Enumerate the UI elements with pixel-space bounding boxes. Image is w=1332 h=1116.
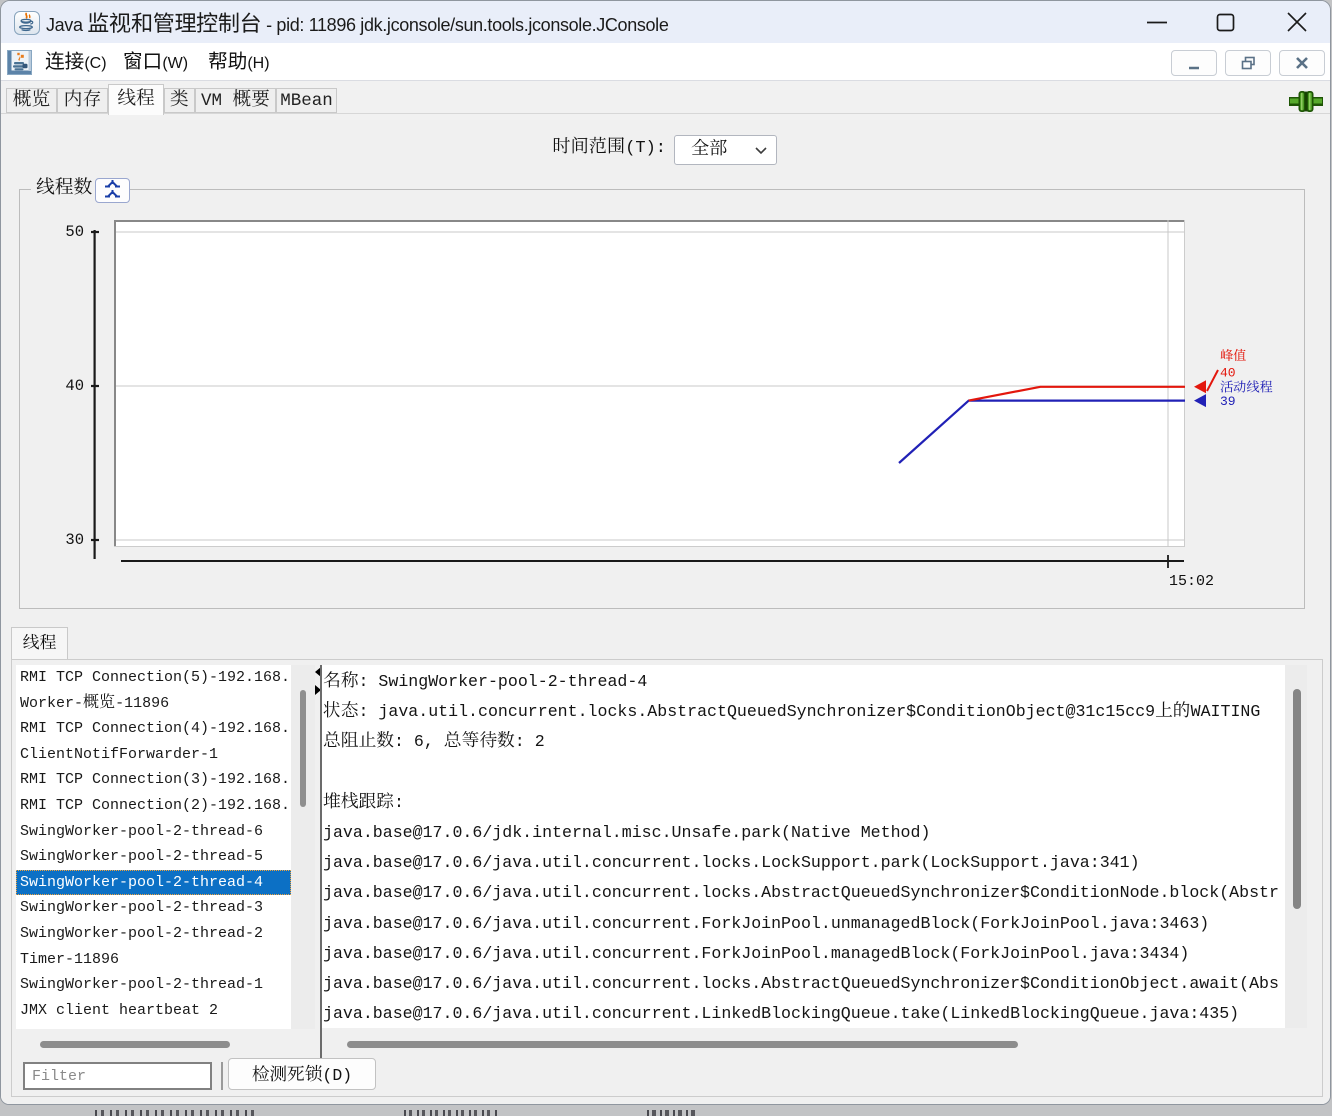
- filter-input[interactable]: Filter: [23, 1062, 212, 1090]
- thread-count-chart: 50 40 30 15:02 峰值: [20, 190, 1304, 608]
- thread-list-vscroll-thumb[interactable]: [300, 690, 306, 807]
- thread-detail-line: java.base@17.0.6/java.util.concurrent.Fo…: [323, 939, 1285, 969]
- background-window-fragment: [95, 1110, 257, 1116]
- thread-list-item[interactable]: RMI TCP Connection(5)-192.168.: [16, 665, 291, 691]
- thread-detail-line: 总阻止数: 6, 总等待数: 2: [323, 727, 1285, 757]
- y-tick-50: 50: [65, 223, 84, 241]
- threads-sub-tab[interactable]: 线程: [11, 627, 68, 660]
- detail-hscroll-thumb[interactable]: [347, 1041, 1018, 1048]
- steam-icon: [26, 13, 27, 18]
- time-axis-label: 15:02: [1169, 573, 1214, 590]
- tab-classes[interactable]: 类: [164, 88, 195, 113]
- peak-callout-line: [1207, 370, 1218, 391]
- java-app-icon: [14, 11, 40, 35]
- thread-list-item[interactable]: SwingWorker-pool-2-thread-3: [16, 895, 291, 921]
- thread-list-item[interactable]: RMI TCP Connection(3)-192.168.: [16, 767, 291, 793]
- window-title: Java 监视和管理控制台 - pid: 11896 jdk.jconsole/…: [46, 5, 669, 46]
- threads-tab-content: 时间范围(T): 全部 线程数 50 40: [1, 120, 1330, 1105]
- internal-restore-button[interactable]: [1225, 50, 1271, 76]
- thread-list-item[interactable]: Timer-11896: [16, 947, 291, 973]
- tab-memory[interactable]: 内存: [57, 88, 108, 113]
- internal-restore-icon: [1226, 51, 1270, 75]
- thread-detail-line: java.base@17.0.6/java.util.concurrent.lo…: [323, 969, 1285, 999]
- internal-minimize-button[interactable]: [1171, 50, 1217, 76]
- main-tab-bar: 概览 内存 线程 类 VM 概要 MBean: [1, 81, 1330, 120]
- close-button[interactable]: [1259, 1, 1323, 43]
- tab-vm-summary[interactable]: VM 概要: [195, 88, 276, 113]
- chart-overview-icon: [96, 179, 129, 202]
- legend-live-label: 活动线程: [1220, 380, 1273, 396]
- thread-detail-line: java.base@17.0.6/java.util.concurrent.lo…: [323, 848, 1285, 878]
- thread-detail-line: java.base@17.0.6/jdk.internal.misc.Unsaf…: [323, 818, 1285, 848]
- tab-threads[interactable]: 线程: [108, 84, 164, 115]
- title-bar: Java 监视和管理控制台 - pid: 11896 jdk.jconsole/…: [1, 1, 1330, 43]
- thread-detail-line: [323, 758, 1285, 788]
- maximize-button[interactable]: [1189, 1, 1253, 43]
- chevron-down-icon: [754, 146, 768, 155]
- live-marker-arrow: [1194, 394, 1206, 407]
- legend-peak-value: 40: [1220, 365, 1236, 380]
- time-range-select[interactable]: 全部: [674, 135, 777, 165]
- thread-detail-line: java.base@17.0.6/java.util.concurrent.Fo…: [323, 909, 1285, 939]
- plot-area: [114, 220, 1185, 547]
- menu-help[interactable]: 帮助(H): [208, 45, 270, 83]
- threads-sub-pane: RMI TCP Connection(5)-192.168.Worker-概览-…: [11, 659, 1323, 1097]
- thread-list-item[interactable]: SwingWorker-pool-2-thread-5: [16, 844, 291, 870]
- thread-list-item[interactable]: JMX client heartbeat 2: [16, 998, 291, 1024]
- thread-list-hscroll-thumb[interactable]: [40, 1041, 230, 1048]
- thread-list-item[interactable]: ClientNotifForwarder-1: [16, 742, 291, 768]
- thread-list[interactable]: RMI TCP Connection(5)-192.168.Worker-概览-…: [16, 665, 291, 1029]
- thread-detail-line: 名称: SwingWorker-pool-2-thread-4: [323, 667, 1285, 697]
- thread-detail-line: java.base@17.0.6/java.util.concurrent.lo…: [323, 878, 1285, 908]
- thread-list-item[interactable]: SwingWorker-pool-2-thread-4: [16, 870, 291, 896]
- detect-deadlock-button[interactable]: 检测死锁(D): [228, 1058, 376, 1090]
- thread-detail-line: 状态: java.util.concurrent.locks.AbstractQ…: [323, 697, 1285, 727]
- menu-window[interactable]: 窗口(W): [123, 45, 188, 83]
- tab-strip-baseline: [1, 113, 1330, 114]
- thread-list-item[interactable]: Worker-概览-11896: [16, 691, 291, 717]
- thread-list-item[interactable]: SwingWorker-pool-2-thread-1: [16, 972, 291, 998]
- menu-connection[interactable]: 连接(C): [45, 45, 107, 83]
- detail-vscroll-thumb[interactable]: [1293, 689, 1301, 909]
- background-window-fragment: [404, 1110, 498, 1116]
- legend-live-value: 39: [1220, 394, 1236, 409]
- thread-list-vertical-scrollbar[interactable]: [291, 665, 315, 1029]
- time-range-value: 全部: [691, 141, 727, 160]
- filter-separator: [221, 1062, 223, 1090]
- tab-overview[interactable]: 概览: [6, 88, 57, 113]
- thread-list-item[interactable]: SwingWorker-pool-2-thread-6: [16, 819, 291, 845]
- legend-peak-label: 峰值: [1220, 348, 1247, 364]
- filter-placeholder: Filter: [32, 1068, 86, 1085]
- minimize-button[interactable]: [1119, 1, 1183, 43]
- y-tick-40: 40: [65, 377, 84, 395]
- thread-detail-text[interactable]: 名称: SwingWorker-pool-2-thread-4状态: java.…: [322, 665, 1285, 1028]
- peak-marker-arrow: [1194, 380, 1206, 393]
- thread-detail-line: java.base@17.0.6/java.util.concurrent.Li…: [323, 999, 1285, 1028]
- detail-vertical-scrollbar[interactable]: [1285, 665, 1307, 1028]
- internal-close-icon: [1297, 58, 1307, 68]
- connection-status-icon: [1289, 90, 1323, 118]
- tab-mbeans[interactable]: MBean: [276, 88, 337, 113]
- thread-list-item[interactable]: RMI TCP Connection(2)-192.168.: [16, 793, 291, 819]
- thread-detail-line: 堆栈跟踪:: [323, 788, 1285, 818]
- background-window-fragment: [647, 1110, 695, 1116]
- close-icon: [1288, 13, 1306, 31]
- maximize-icon: [1218, 15, 1234, 31]
- menu-bar: 连接(C) 窗口(W) 帮助(H): [1, 43, 1330, 81]
- thread-list-item[interactable]: SwingWorker-pool-2-thread-2: [16, 921, 291, 947]
- thread-count-panel: 线程数 50 40 30: [19, 189, 1305, 609]
- time-range-label: 时间范围(T):: [552, 132, 666, 158]
- internal-close-button[interactable]: [1279, 50, 1325, 76]
- thread-list-item[interactable]: RMI TCP Connection(4)-192.168.: [16, 716, 291, 742]
- jconsole-window: Java 监视和管理控制台 - pid: 11896 jdk.jconsole/…: [0, 0, 1331, 1105]
- chart-overview-button[interactable]: [95, 178, 130, 203]
- jconsole-frame-icon: [7, 50, 32, 75]
- thread-count-panel-title: 线程数: [31, 179, 97, 200]
- y-tick-30: 30: [65, 531, 84, 549]
